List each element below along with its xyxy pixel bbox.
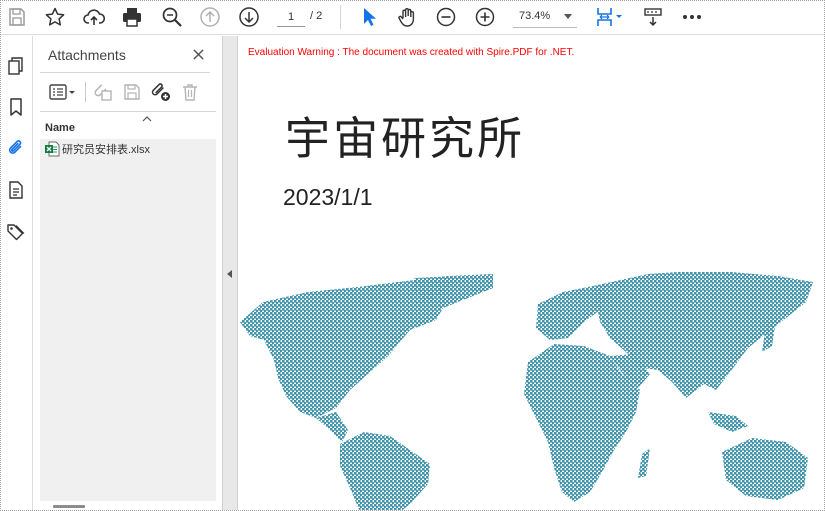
- save-attachment-button[interactable]: [119, 80, 145, 104]
- cursor-arrow-icon: [364, 8, 376, 26]
- document-date: 2023/1/1: [283, 184, 373, 210]
- save-icon: [9, 8, 25, 26]
- panel-title: Attachments: [48, 47, 126, 63]
- pdf-viewer-window: / 2 73.4%: [0, 0, 825, 511]
- add-attachment-icon: [151, 83, 170, 101]
- attachment-icon: [8, 140, 22, 154]
- horizontal-scrollbar[interactable]: [53, 505, 85, 508]
- page-fit-button[interactable]: [591, 4, 627, 30]
- list-item[interactable]: 研究员安排表.xlsx: [40, 139, 216, 159]
- page-total: / 2: [310, 10, 323, 22]
- attachments-list: 研究员安排表.xlsx: [40, 139, 216, 501]
- collapse-panel-icon[interactable]: [227, 270, 232, 278]
- previous-page-button[interactable]: [196, 4, 224, 30]
- fit-page-icon: [597, 8, 622, 26]
- toolbar: / 2 73.4%: [1, 1, 824, 35]
- document-page: Evaluation Warning : The document was cr…: [238, 36, 824, 510]
- hand-icon: [398, 8, 415, 27]
- arrow-up-circle-icon: [200, 7, 220, 27]
- document-properties-icon: [9, 181, 23, 199]
- pages-icon: [8, 57, 23, 75]
- print-button[interactable]: [118, 4, 146, 30]
- add-attachment-button[interactable]: [148, 80, 174, 104]
- close-panel-button[interactable]: [188, 44, 208, 64]
- save-disk-icon: [124, 84, 140, 100]
- cloud-upload-icon: [83, 9, 105, 25]
- document-properties-button[interactable]: [4, 178, 28, 202]
- zoom-out-button[interactable]: [432, 4, 460, 30]
- chevron-down-icon: [564, 14, 572, 19]
- bookmark-star-button[interactable]: [41, 4, 69, 30]
- divider: [40, 72, 210, 73]
- tags-icon: [7, 224, 25, 241]
- bookmarks-button[interactable]: [4, 95, 28, 119]
- divider: [40, 111, 216, 112]
- toolbar-divider: [340, 5, 341, 29]
- star-icon: [45, 7, 65, 26]
- delete-attachment-button[interactable]: [177, 80, 203, 104]
- find-button[interactable]: [158, 4, 186, 30]
- trash-icon: [183, 84, 197, 101]
- zoom-value: 73.4%: [519, 10, 551, 22]
- save-button[interactable]: [3, 4, 31, 30]
- hand-tool-button[interactable]: [393, 4, 421, 30]
- attachments-panel: Attachments Name 研究员安排表.xlsx: [34, 36, 222, 510]
- scrolling-mode-button[interactable]: [639, 4, 667, 30]
- bookmark-icon: [10, 98, 22, 116]
- panel-splitter[interactable]: [222, 36, 238, 510]
- open-attachment-button[interactable]: [90, 80, 116, 104]
- sort-ascending-icon: [142, 116, 152, 122]
- navigation-rail: [1, 36, 33, 510]
- more-tools-button[interactable]: [678, 4, 706, 30]
- divider: [85, 82, 86, 102]
- zoom-in-button[interactable]: [471, 4, 499, 30]
- close-icon: [192, 48, 204, 60]
- excel-file-icon: [45, 141, 60, 157]
- minus-circle-icon: [436, 7, 456, 27]
- attachment-file-name: 研究员安排表.xlsx: [62, 144, 150, 156]
- select-tool-button[interactable]: [355, 4, 383, 30]
- evaluation-warning: Evaluation Warning : The document was cr…: [248, 47, 575, 58]
- tags-button[interactable]: [4, 220, 28, 244]
- attachments-rail-button[interactable]: [4, 136, 28, 160]
- zoom-dropdown[interactable]: 73.4%: [513, 6, 577, 28]
- arrow-down-circle-icon: [239, 7, 259, 27]
- page-number-input[interactable]: [277, 7, 305, 27]
- upload-cloud-button[interactable]: [80, 4, 108, 30]
- plus-circle-icon: [475, 7, 495, 27]
- more-horizontal-icon: [683, 15, 701, 19]
- list-options-icon: [49, 84, 75, 100]
- scroll-mode-icon: [644, 8, 662, 27]
- open-file-icon: [94, 84, 112, 101]
- search-zoom-icon: [162, 7, 182, 27]
- world-map-image: [240, 272, 813, 510]
- pages-thumbnails-button[interactable]: [4, 54, 28, 78]
- printer-icon: [123, 8, 141, 27]
- options-menu-button[interactable]: [46, 80, 80, 104]
- next-page-button[interactable]: [235, 4, 263, 30]
- document-title: 宇宙研究所: [285, 112, 526, 165]
- column-header-name[interactable]: Name: [45, 122, 75, 134]
